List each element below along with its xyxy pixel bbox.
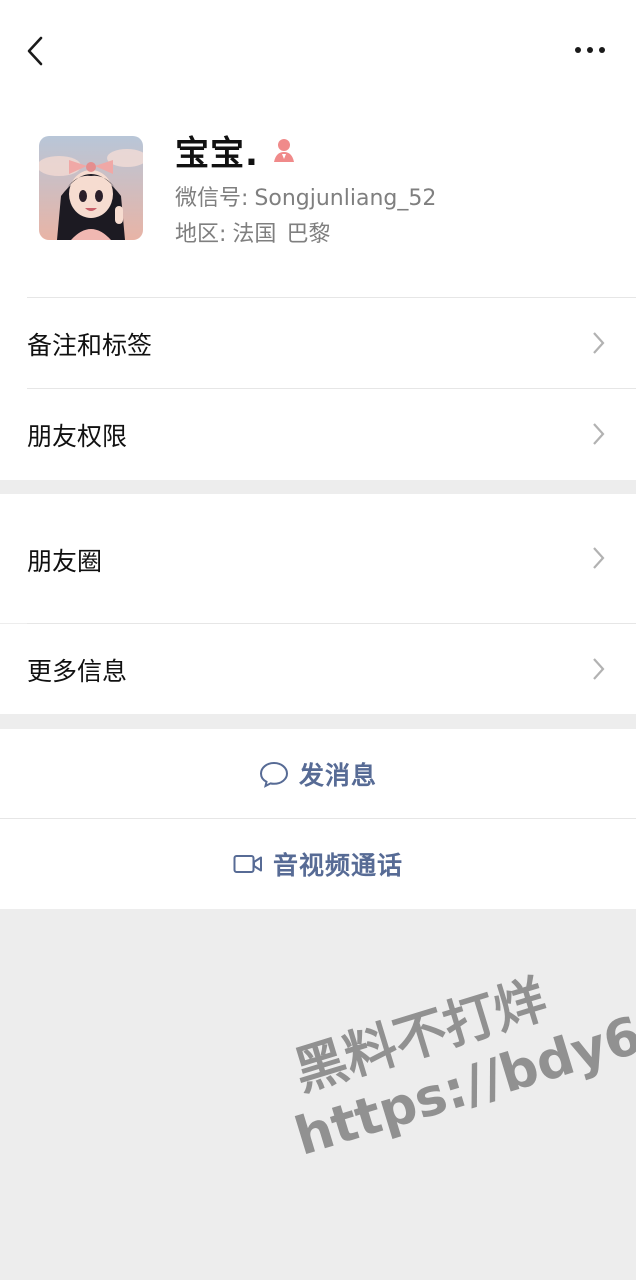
- menu-item-remarks[interactable]: 备注和标签: [0, 298, 636, 388]
- menu-item-label: 朋友圈: [27, 547, 103, 576]
- profile-name-row: 宝宝.: [175, 128, 297, 174]
- chat-bubble-icon: [259, 761, 288, 788]
- menu-item-label: 备注和标签: [27, 331, 153, 360]
- wechat-id-label: 微信号:: [175, 186, 249, 211]
- back-icon[interactable]: [22, 34, 52, 68]
- region-label: 地区:: [175, 222, 227, 247]
- female-icon: [273, 139, 294, 162]
- send-message-button[interactable]: 发消息: [0, 729, 636, 818]
- chevron-right-icon: [593, 658, 605, 680]
- more-icon[interactable]: [570, 38, 610, 62]
- menu-item-label: 更多信息: [27, 657, 128, 686]
- avatar[interactable]: [39, 136, 143, 240]
- send-message-label: 发消息: [298, 760, 377, 790]
- video-camera-icon: [233, 855, 262, 873]
- video-call-button[interactable]: 音视频通话: [0, 819, 636, 909]
- menu-item-moments[interactable]: 朋友圈: [0, 494, 636, 623]
- chevron-right-icon: [593, 423, 605, 445]
- menu-item-label: 朋友权限: [27, 422, 128, 451]
- wechat-id-value: Songjunliang_52: [254, 186, 437, 211]
- region: 地区: 法国 巴黎: [175, 216, 330, 248]
- menu-item-permissions[interactable]: 朋友权限: [0, 389, 636, 480]
- video-call-label: 音视频通话: [272, 851, 403, 880]
- region-city: 巴黎: [286, 222, 331, 247]
- chevron-right-icon: [593, 547, 605, 569]
- wechat-id: 微信号: Songjunliang_52: [175, 180, 436, 212]
- profile-name: 宝宝.: [175, 133, 259, 174]
- chevron-right-icon: [593, 332, 605, 354]
- watermark: 黑料不打烊 https://bdy6.co: [270, 939, 636, 1169]
- region-country: 法国: [232, 222, 277, 247]
- menu-item-more-info[interactable]: 更多信息: [0, 624, 636, 714]
